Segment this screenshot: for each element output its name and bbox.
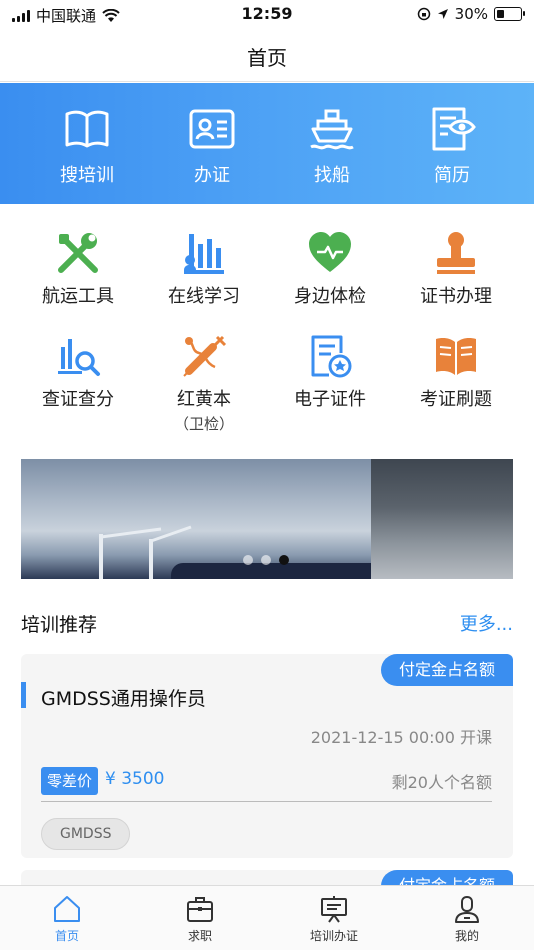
grid-label: 查证查分 — [42, 389, 114, 410]
battery-icon — [494, 7, 525, 21]
course-start-time: 2021-12-15 00:00 开课 — [310, 728, 492, 747]
open-book-icon — [436, 338, 476, 375]
carousel-dot[interactable] — [243, 555, 253, 565]
grid-item-certificate-handling[interactable]: 证书办理 — [391, 230, 521, 308]
rotation-lock-icon — [417, 7, 430, 21]
e-certificate-icon — [311, 335, 352, 378]
grid-label: 证书办理 — [420, 286, 492, 307]
tab-label: 首页 — [54, 929, 79, 943]
tab-label: 培训办证 — [309, 929, 358, 943]
hero-item-resume[interactable]: 简历 — [397, 105, 507, 187]
more-link[interactable]: 更多... — [460, 610, 513, 636]
grid-item-e-certificate[interactable]: 电子证件 — [265, 333, 395, 411]
home-icon — [54, 896, 80, 922]
grid-sublabel: （卫检） — [173, 415, 234, 433]
category-chip: GMDSS — [41, 818, 131, 850]
carousel-dots[interactable] — [243, 555, 289, 565]
carousel-slide-ship[interactable] — [21, 459, 371, 579]
location-icon — [437, 9, 448, 19]
heart-icon — [309, 232, 351, 272]
syringe-icon — [183, 335, 227, 377]
hero-label: 找船 — [314, 165, 350, 186]
grid-label: 身边体检 — [294, 286, 366, 307]
tab-training-certificate[interactable]: 培训办证 — [274, 894, 394, 944]
tab-label: 我的 — [454, 929, 479, 943]
chart-search-icon — [58, 339, 100, 376]
carousel-slide-clouds[interactable] — [371, 459, 513, 579]
battery-percent: 30% — [454, 5, 488, 23]
hero-item-find-ship[interactable]: 找船 — [277, 105, 387, 187]
tab-label: 求职 — [187, 929, 212, 943]
status-bar: 中国联通 12:59 30% — [0, 0, 534, 30]
deposit-tag: 付定金占名额 — [380, 654, 513, 686]
tab-bar: 首页 求职 培训办证 我的 — [0, 885, 534, 950]
grid-label: 航运工具 — [42, 286, 114, 307]
presentation-icon — [321, 896, 347, 923]
nav-bar: 首页 — [0, 30, 534, 82]
card-title: GMDSS通用操作员 — [41, 688, 206, 710]
grid-label: 红黄本 — [177, 389, 231, 410]
tools-icon — [58, 233, 98, 273]
page-title: 首页 — [247, 46, 287, 70]
tab-mine[interactable]: 我的 — [407, 894, 527, 944]
ship-icon — [310, 109, 354, 150]
course-price: ¥ 3500 — [105, 769, 165, 789]
book-icon — [65, 110, 109, 148]
carousel-dot[interactable] — [279, 555, 289, 565]
hero-item-search-training[interactable]: 搜培训 — [32, 105, 142, 187]
grid-item-shipping-tools[interactable]: 航运工具 — [13, 230, 143, 308]
study-icon — [184, 234, 224, 274]
grid-item-medical-check[interactable]: 身边体检 — [265, 230, 395, 308]
remaining-seats: 剩20人个名额 — [391, 773, 492, 792]
grid-item-health-booklet[interactable]: 红黄本 （卫检） — [139, 333, 269, 434]
hero-item-certificate[interactable]: 办证 — [157, 105, 267, 187]
banner-carousel[interactable] — [21, 459, 513, 579]
hero-label: 搜培训 — [60, 165, 114, 186]
tab-jobs[interactable]: 求职 — [140, 894, 260, 944]
grid-item-exam-practice[interactable]: 考证刷题 — [391, 333, 521, 411]
ship-hull — [171, 563, 371, 579]
grid-label: 考证刷题 — [420, 389, 492, 410]
resume-icon — [432, 107, 476, 151]
section-title: 培训推荐 — [21, 614, 98, 636]
card-accent-bar — [21, 682, 26, 708]
training-card[interactable]: 付定金占名额 GMDSS通用操作员 2021-12-15 00:00 开课 零差… — [21, 654, 513, 858]
tab-home[interactable]: 首页 — [7, 894, 127, 944]
id-card-icon — [189, 109, 235, 149]
user-icon — [455, 895, 479, 923]
hero-label: 办证 — [194, 165, 230, 186]
hero-label: 简历 — [434, 165, 470, 186]
grid-item-online-study[interactable]: 在线学习 — [139, 230, 269, 308]
briefcase-icon — [187, 897, 213, 922]
battery-fill — [497, 10, 504, 18]
grid-label: 电子证件 — [294, 389, 366, 410]
hero-banner: 搜培训 办证 找船 简历 — [0, 83, 534, 204]
card-divider — [41, 801, 492, 802]
price-badge: 零差价 — [41, 767, 99, 795]
grid-label: 在线学习 — [168, 286, 240, 307]
status-right: 30% — [417, 5, 525, 23]
grid-item-check-scores[interactable]: 查证查分 — [13, 333, 143, 411]
carousel-dot[interactable] — [261, 555, 271, 565]
stamp-icon — [437, 232, 475, 274]
